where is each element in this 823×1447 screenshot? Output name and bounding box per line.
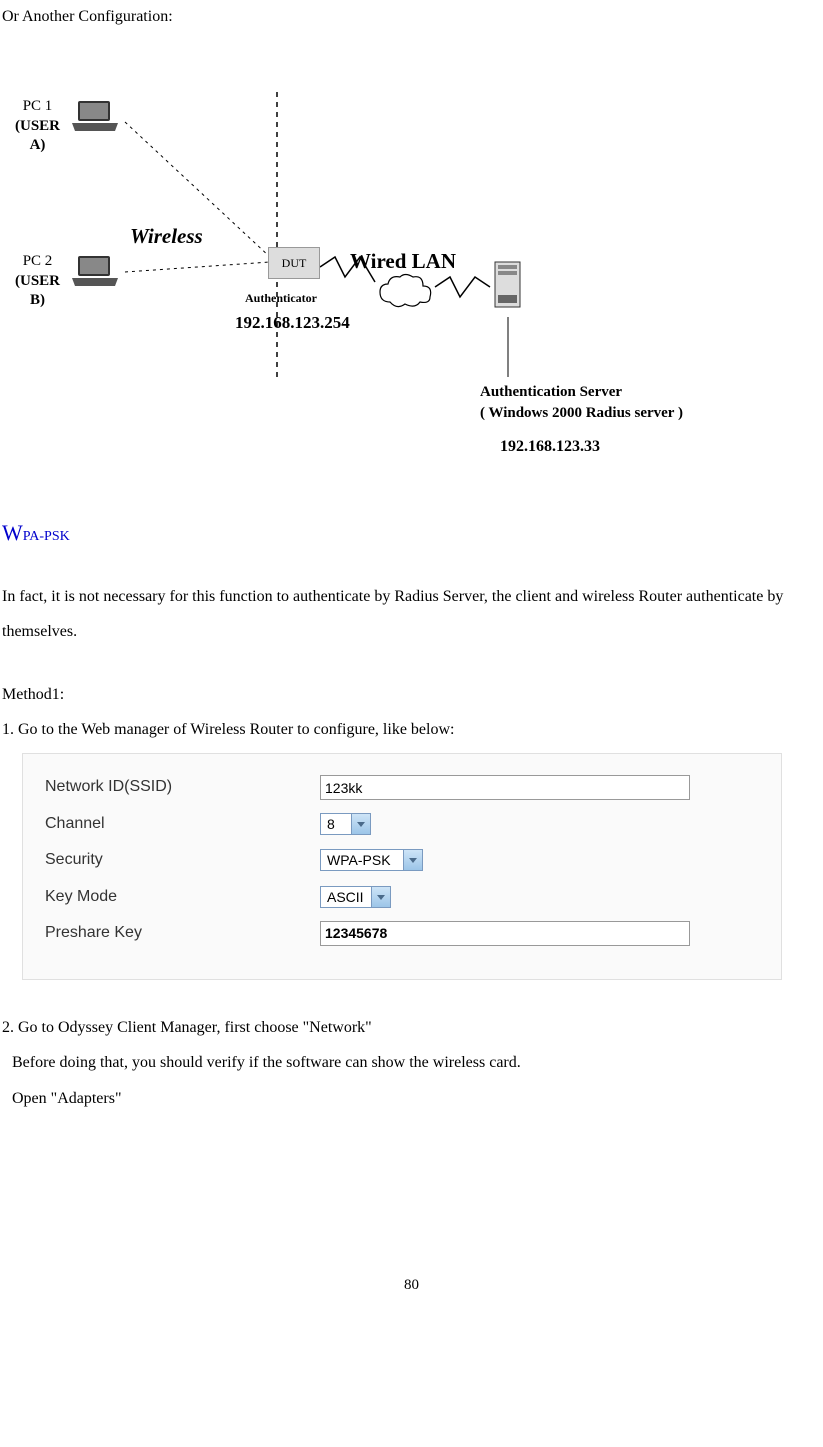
- router-config-form: Network ID(SSID) Channel 8 Security WPA-…: [22, 753, 782, 980]
- pc2-user: (USER B): [15, 272, 60, 311]
- preshare-label: Preshare Key: [45, 918, 320, 948]
- dut-box: DUT: [268, 247, 320, 279]
- security-value: WPA-PSK: [320, 849, 404, 871]
- keymode-label: Key Mode: [45, 882, 320, 912]
- pc1-label: PC 1 (USER A): [15, 97, 60, 156]
- security-select[interactable]: WPA-PSK: [320, 849, 423, 871]
- keymode-select[interactable]: ASCII: [320, 886, 391, 908]
- step2-line2: Before doing that, you should verify if …: [12, 1045, 821, 1080]
- chevron-down-icon: [352, 813, 371, 835]
- pc2-label: PC 2 (USER B): [15, 252, 60, 311]
- config-row-ssid: Network ID(SSID): [45, 772, 759, 802]
- laptop-icon: [70, 254, 120, 289]
- channel-label: Channel: [45, 809, 320, 839]
- step2-line1: 2. Go to Odyssey Client Manager, first c…: [2, 1010, 821, 1045]
- authenticator-ip: 192.168.123.254: [235, 307, 350, 339]
- config-row-preshare: Preshare Key: [45, 918, 759, 948]
- config-row-security: Security WPA-PSK: [45, 845, 759, 875]
- channel-select[interactable]: 8: [320, 813, 371, 835]
- wpa-description: In fact, it is not necessary for this fu…: [2, 579, 821, 649]
- ssid-input[interactable]: [320, 775, 690, 800]
- auth-server-label: Authentication Server ( Windows 2000 Rad…: [480, 382, 683, 424]
- channel-value: 8: [320, 813, 352, 835]
- auth-server-title: Authentication Server: [480, 382, 683, 403]
- pc1-title: PC 1: [15, 97, 60, 117]
- laptop-icon: [70, 99, 120, 134]
- ssid-label: Network ID(SSID): [45, 772, 320, 802]
- chevron-down-icon: [404, 849, 423, 871]
- server-icon: [490, 257, 525, 312]
- auth-server-ip: 192.168.123.33: [500, 432, 600, 462]
- step1-text: 1. Go to the Web manager of Wireless Rou…: [2, 715, 821, 745]
- preshare-input[interactable]: [320, 921, 690, 946]
- auth-server-subtitle: ( Windows 2000 Radius server ): [480, 403, 683, 424]
- security-label: Security: [45, 845, 320, 875]
- step2-line3: Open "Adapters": [12, 1081, 821, 1116]
- config-row-channel: Channel 8: [45, 809, 759, 839]
- intro-text: Or Another Configuration:: [2, 2, 823, 32]
- cloud-icon: [375, 272, 435, 312]
- network-diagram: PC 1 (USER A) PC 2 (USER B) Wireless DUT…: [20, 62, 780, 482]
- wireless-label: Wireless: [130, 217, 203, 257]
- step2-block: 2. Go to Odyssey Client Manager, first c…: [2, 1010, 821, 1116]
- pc2-title: PC 2: [15, 252, 60, 272]
- method1-label: Method1:: [2, 680, 821, 710]
- pc1-user: (USER A): [15, 117, 60, 156]
- page-number: 80: [0, 1271, 823, 1300]
- chevron-down-icon: [372, 886, 391, 908]
- keymode-value: ASCII: [320, 886, 372, 908]
- wpa-psk-heading: WPA-PSK: [2, 512, 823, 554]
- config-row-keymode: Key Mode ASCII: [45, 882, 759, 912]
